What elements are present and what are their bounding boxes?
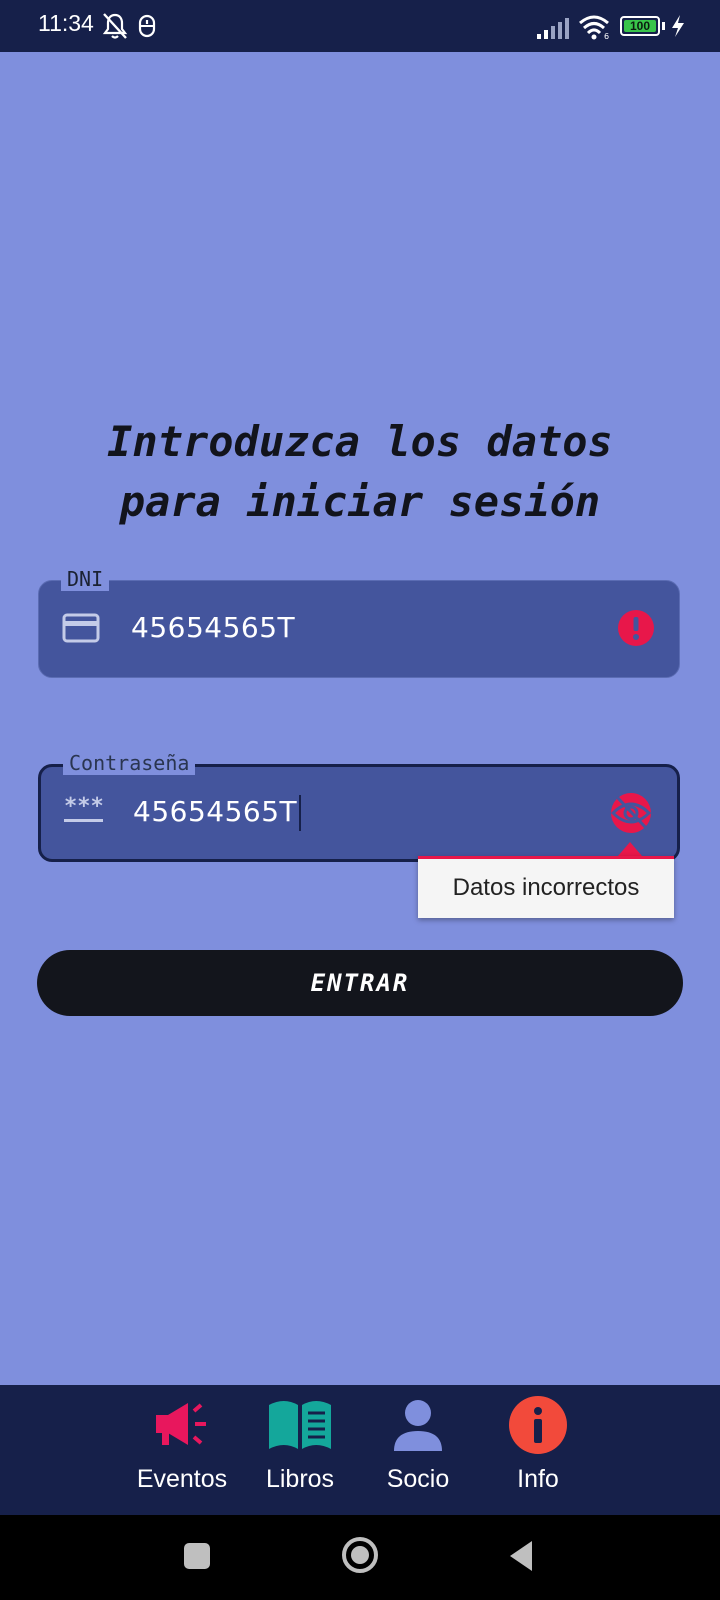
nav-item-info[interactable]: Info [478,1393,598,1494]
eye-off-icon[interactable] [609,791,657,835]
text-cursor [299,795,302,831]
svg-text:6: 6 [604,32,609,40]
password-field[interactable]: Contraseña *** 45654565T [38,751,680,862]
dni-field[interactable]: DNI 45654565T [38,567,680,678]
info-icon [509,1396,567,1454]
card-icon [62,613,100,643]
svg-text:***: *** [64,794,104,819]
battery-icon: 100 [620,16,660,36]
password-input[interactable]: 45654565T [133,795,302,831]
signal-icon [537,18,569,39]
dni-input[interactable]: 45654565T [131,611,295,644]
charging-icon [672,15,684,37]
page-title-line-2: para iniciar sesión [119,477,601,526]
nav-item-eventos-label: Eventos [136,1465,228,1493]
nav-item-info-label: Info [517,1465,559,1493]
nav-item-socio[interactable]: Socio [358,1393,478,1494]
password-icon: *** [64,794,104,822]
error-icon [618,610,654,646]
bottom-nav: Eventos Libros Socio Info [0,1385,720,1515]
error-popup-arrow [618,842,642,856]
status-bar: 11:34 6 100 [0,0,720,52]
nav-item-eventos[interactable]: Eventos [122,1393,242,1494]
recents-icon[interactable] [182,1541,212,1571]
system-nav-bar [0,1515,720,1600]
nav-item-libros-label: Libros [265,1465,335,1493]
mouse-icon [138,14,156,38]
nav-item-libros[interactable]: Libros [240,1393,360,1494]
back-icon[interactable] [506,1539,536,1573]
wifi-icon: 6 [579,15,609,40]
person-icon [394,1400,442,1451]
battery-cap [662,22,665,30]
page-title: Introduzca los datos para iniciar sesión [0,412,720,532]
nav-item-socio-label: Socio [386,1465,450,1493]
bell-off-icon [102,13,128,39]
error-popup: Datos incorrectos [418,856,674,918]
password-field-label: Contraseña [63,751,196,775]
megaphone-icon [156,1403,206,1445]
status-time: 11:34 [38,10,94,36]
battery-level: 100 [624,20,656,33]
home-icon[interactable] [340,1535,380,1575]
password-input-text: 45654565T [133,795,298,828]
book-icon [269,1401,331,1449]
enter-button[interactable]: ENTRAR [37,950,683,1016]
dni-field-label: DNI [61,567,110,591]
page-title-line-1: Introduzca los datos [107,417,613,466]
